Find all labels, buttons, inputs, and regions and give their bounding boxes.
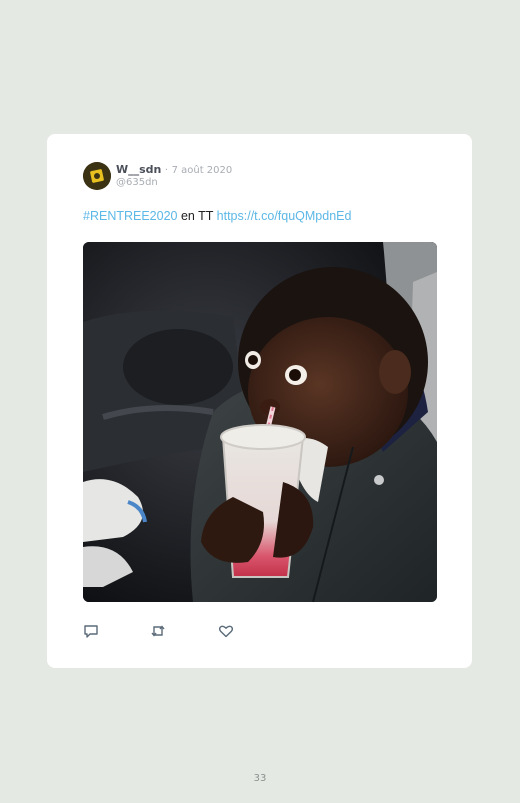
tweet-card: W__sdn · 7 août 2020 @635dn #RENTREE2020… [47, 134, 472, 668]
hashtag-link[interactable]: #RENTREE2020 [83, 209, 178, 223]
heart-icon[interactable] [218, 623, 234, 639]
retweet-icon[interactable] [150, 623, 166, 639]
page-number: 33 [253, 773, 267, 784]
tweet-url-link[interactable]: https://t.co/fquQMpdnEd [217, 209, 352, 223]
photo-image [83, 242, 437, 602]
tweet-photo[interactable] [83, 242, 437, 602]
tweet-body: en TT [177, 209, 217, 223]
display-name[interactable]: W__sdn [116, 163, 161, 176]
avatar[interactable] [83, 162, 111, 190]
user-handle[interactable]: @635dn [116, 176, 158, 189]
yellow-square-logo-icon [83, 162, 111, 190]
reply-icon[interactable] [83, 623, 99, 639]
separator: · [164, 165, 169, 176]
tweet-date[interactable]: 7 août 2020 [172, 165, 233, 176]
tweet-text: #RENTREE2020 en TT https://t.co/fquQMpdn… [83, 208, 351, 224]
